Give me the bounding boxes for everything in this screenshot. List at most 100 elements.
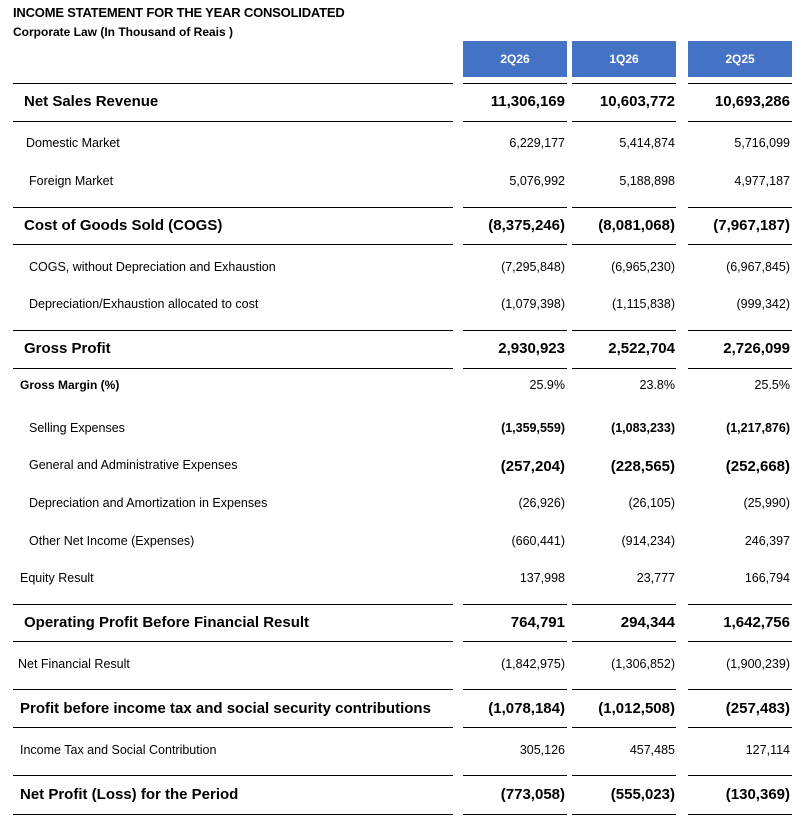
row-value-1q26: 23,777 [636, 571, 675, 585]
divider-line [463, 244, 567, 245]
row-value-2q26: (7,295,848) [501, 260, 565, 274]
divider-line [688, 368, 792, 369]
divider-line [572, 689, 676, 690]
table-row: Selling Expenses (1,359,559) (1,083,233) (1… [0, 421, 803, 439]
divider-line [13, 368, 453, 369]
row-value-2q26: 25.9% [529, 378, 565, 392]
row-value-2q26: 6,229,177 [509, 136, 565, 150]
divider-line [13, 689, 453, 690]
row-label: Net Financial Result [18, 657, 130, 671]
divider-line [688, 83, 792, 84]
row-value-2q26: 764,791 [510, 614, 565, 631]
row-value-2q26: 5,076,992 [509, 174, 565, 188]
divider-line [572, 604, 676, 605]
row-value-2q25: (25,990) [743, 496, 790, 510]
divider-line [13, 604, 453, 605]
divider-line [572, 727, 676, 728]
divider-line [463, 368, 567, 369]
table-row: Cost of Goods Sold (COGS) (8,375,246) (8,0… [0, 217, 803, 235]
divider-line [463, 775, 567, 776]
column-header-2q25: 2Q25 [688, 41, 792, 77]
row-label: Selling Expenses [29, 421, 125, 435]
divider-line [13, 121, 453, 122]
row-value-1q26: (6,965,230) [611, 260, 675, 274]
row-value-2q26: 2,930,923 [498, 340, 565, 357]
row-value-1q26: 2,522,704 [608, 340, 675, 357]
divider-line [688, 207, 792, 208]
row-value-2q26: (1,078,184) [488, 700, 565, 717]
row-label: Net Sales Revenue [24, 93, 159, 110]
table-row: Foreign Market 5,076,992 5,188,898 4,977,18… [0, 174, 803, 192]
divider-line [572, 330, 676, 331]
divider-line [13, 641, 453, 642]
row-value-1q26: (1,115,838) [611, 297, 675, 311]
divider-line [13, 727, 453, 728]
row-label: Gross Margin (%) [20, 378, 120, 392]
row-value-2q25: 25.5% [754, 378, 790, 392]
divider-line [463, 727, 567, 728]
row-value-2q26: (1,359,559) [501, 421, 565, 435]
divider-line [572, 641, 676, 642]
row-label: Other Net Income (Expenses) [29, 534, 195, 548]
divider-line [13, 244, 453, 245]
divider-line [13, 814, 453, 815]
row-value-2q25: 4,977,187 [734, 174, 790, 188]
table-row: Net Profit (Loss) for the Period (773,058… [0, 786, 803, 804]
divider-line [572, 83, 676, 84]
row-value-2q25: 10,693,286 [714, 93, 790, 110]
divider-line [688, 727, 792, 728]
table-row: Profit before income tax and social secu… [0, 700, 803, 718]
divider-line [13, 775, 453, 776]
divider-line [688, 244, 792, 245]
row-value-2q25: 246,397 [744, 534, 790, 548]
row-value-2q25: (130,369) [725, 786, 790, 803]
row-label: Domestic Market [26, 136, 120, 150]
table-row: Gross Margin (%) 25.9% 23.8% 25.5% [0, 378, 803, 396]
row-value-1q26: (8,081,068) [598, 217, 675, 234]
row-value-1q26: 23.8% [639, 378, 675, 392]
divider-line [463, 689, 567, 690]
divider-line [572, 368, 676, 369]
row-label: Gross Profit [24, 340, 111, 357]
divider-line [688, 775, 792, 776]
table-row: Equity Result 137,998 23,777 166,794 [0, 571, 803, 589]
row-value-1q26: 5,188,898 [619, 174, 675, 188]
table-row: Income Tax and Social Contribution 305,12… [0, 743, 803, 761]
row-label: Net Profit (Loss) for the Period [20, 786, 239, 803]
row-label: Depreciation and Amortization in Expense… [29, 496, 268, 510]
row-value-2q26: (1,079,398) [501, 297, 565, 311]
row-label: Operating Profit Before Financial Result [24, 614, 310, 631]
row-label: COGS, without Depreciation and Exhaustio… [29, 260, 276, 274]
row-value-1q26: (26,105) [628, 496, 675, 510]
statement-title: INCOME STATEMENT FOR THE YEAR CONSOLIDAT… [13, 5, 345, 20]
row-value-2q26: (26,926) [518, 496, 565, 510]
divider-line [13, 83, 453, 84]
row-value-1q26: (228,565) [610, 458, 675, 475]
divider-line [688, 121, 792, 122]
table-row: General and Administrative Expenses (257,… [0, 458, 803, 476]
divider-line [688, 641, 792, 642]
divider-line [463, 83, 567, 84]
divider-line [463, 207, 567, 208]
row-value-2q26: (1,842,975) [501, 657, 565, 671]
row-value-1q26: 5,414,874 [619, 136, 675, 150]
table-row: Net Sales Revenue 11,306,169 10,603,772 10,… [0, 93, 803, 111]
row-label: Profit before income tax and social secu… [20, 700, 431, 717]
divider-line [688, 689, 792, 690]
row-value-2q25: 127,114 [745, 743, 790, 757]
row-label: Cost of Goods Sold (COGS) [24, 217, 223, 234]
column-header-2q26: 2Q26 [463, 41, 567, 77]
table-row: Domestic Market 6,229,177 5,414,874 5,716,0… [0, 136, 803, 154]
row-value-1q26: 294,344 [620, 614, 675, 631]
row-value-1q26: 10,603,772 [599, 93, 675, 110]
row-value-1q26: (1,083,233) [611, 421, 675, 435]
row-value-2q25: 1,642,756 [723, 614, 790, 631]
row-value-2q26: 305,126 [519, 743, 565, 757]
divider-line [463, 604, 567, 605]
divider-line [572, 121, 676, 122]
row-value-2q25: (252,668) [725, 458, 790, 475]
row-value-2q25: 2,726,099 [723, 340, 790, 357]
row-label: Depreciation/Exhaustion allocated to cos… [29, 297, 259, 311]
row-value-2q26: 11,306,169 [490, 93, 565, 110]
row-value-1q26: (914,234) [621, 534, 675, 548]
